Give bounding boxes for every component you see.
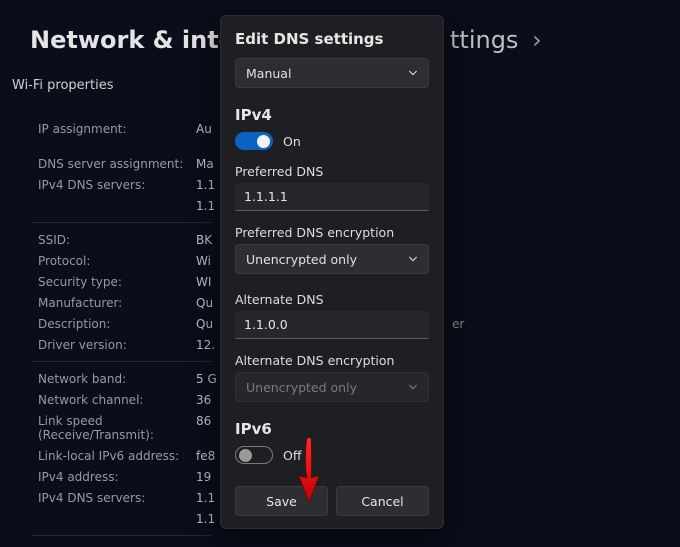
dropdown-value: Unencrypted only xyxy=(246,380,357,395)
prop-value: Qu xyxy=(196,296,213,310)
prop-label: Driver version: xyxy=(38,338,196,352)
ipv4-toggle-label: On xyxy=(283,134,301,149)
prop-label: IPv4 DNS servers: xyxy=(38,178,196,192)
prop-value: Au xyxy=(196,122,212,136)
prop-value: 5 G xyxy=(196,372,217,386)
prop-value: 19 xyxy=(196,470,211,484)
dialog-title: Edit DNS settings xyxy=(235,30,429,48)
page-subtitle: Wi-Fi properties xyxy=(12,78,114,93)
props-group-4: Physical address (MAC):F0 xyxy=(38,542,660,547)
prop-value: 1.1 xyxy=(196,512,215,526)
prop-value: BK xyxy=(196,233,212,247)
prop-label: Link speed (Receive/Transmit): xyxy=(38,414,196,442)
ipv6-toggle[interactable] xyxy=(235,446,273,464)
prop-label: Manufacturer: xyxy=(38,296,196,310)
preferred-encryption-label: Preferred DNS encryption xyxy=(235,225,429,240)
prop-value: er xyxy=(452,317,464,331)
chevron-down-icon xyxy=(408,68,418,78)
page-breadcrumb-tail: ttings › xyxy=(450,26,542,54)
prop-value: Ma xyxy=(196,157,214,171)
prop-value: 36 xyxy=(196,393,211,407)
divider xyxy=(32,361,212,362)
ipv4-heading: IPv4 xyxy=(235,106,429,124)
prop-label: Network channel: xyxy=(38,393,196,407)
prop-value: 1.1 xyxy=(196,199,215,213)
chevron-down-icon xyxy=(408,382,418,392)
prop-label: Description: xyxy=(38,317,196,331)
prop-label: Protocol: xyxy=(38,254,196,268)
prop-value: Wi xyxy=(196,254,211,268)
prop-value: 1.1 xyxy=(196,178,215,192)
dns-mode-dropdown[interactable]: Manual xyxy=(235,58,429,88)
prop-label: IPv4 DNS servers: xyxy=(38,491,196,505)
edit-dns-dialog: Edit DNS settings Manual IPv4 On Preferr… xyxy=(220,15,444,529)
alternate-dns-label: Alternate DNS xyxy=(235,292,429,307)
prop-label: Network band: xyxy=(38,372,196,386)
preferred-encryption-dropdown[interactable]: Unencrypted only xyxy=(235,244,429,274)
chevron-down-icon xyxy=(408,254,418,264)
prop-value: 12. xyxy=(196,338,215,352)
prop-label: IP assignment: xyxy=(38,122,196,136)
prop-label: SSID: xyxy=(38,233,196,247)
prop-value: 1.1 xyxy=(196,491,215,505)
preferred-dns-input[interactable] xyxy=(235,183,429,211)
alternate-encryption-label: Alternate DNS encryption xyxy=(235,353,429,368)
prop-label: Link-local IPv6 address: xyxy=(38,449,196,463)
prop-value: Qu xyxy=(196,317,213,331)
divider xyxy=(32,535,212,536)
ipv4-toggle[interactable] xyxy=(235,132,273,150)
ipv6-heading: IPv6 xyxy=(235,420,429,438)
breadcrumb-tail-text: ttings xyxy=(450,26,518,54)
alternate-encryption-dropdown[interactable]: Unencrypted only xyxy=(235,372,429,402)
ipv6-toggle-label: Off xyxy=(283,448,301,463)
prop-value: WI xyxy=(196,275,211,289)
prop-label: IPv4 address: xyxy=(38,470,196,484)
divider xyxy=(32,222,212,223)
preferred-dns-label: Preferred DNS xyxy=(235,164,429,179)
dropdown-value: Unencrypted only xyxy=(246,252,357,267)
chevron-right-icon: › xyxy=(532,26,542,54)
alternate-dns-input[interactable] xyxy=(235,311,429,339)
prop-value: fe8 xyxy=(196,449,215,463)
save-button[interactable]: Save xyxy=(235,486,328,516)
cancel-button[interactable]: Cancel xyxy=(336,486,429,516)
prop-value: 86 xyxy=(196,414,211,442)
prop-label xyxy=(38,199,196,213)
dropdown-value: Manual xyxy=(246,66,291,81)
prop-label xyxy=(38,512,196,526)
prop-label: Security type: xyxy=(38,275,196,289)
prop-label: DNS server assignment: xyxy=(38,157,196,171)
